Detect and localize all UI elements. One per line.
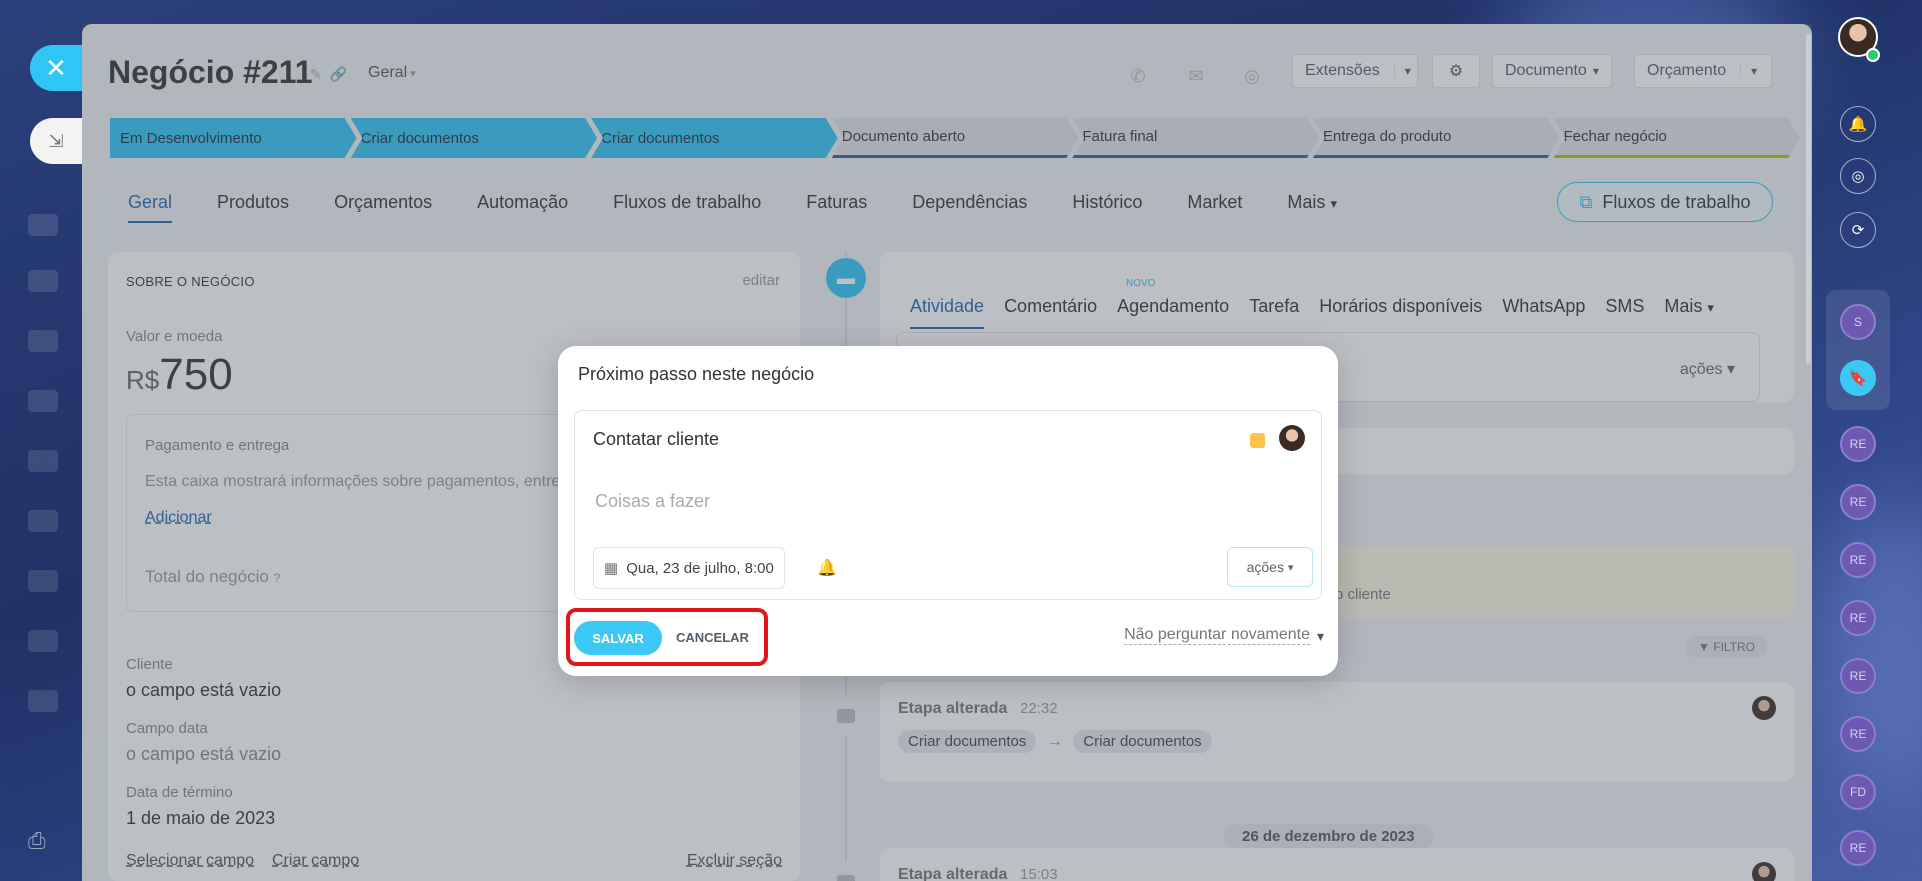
slider-left-rail: ✕ ⇲ ⎙ <box>0 0 82 881</box>
deadline-picker[interactable]: ▦ Qua, 23 de julho, 8:00 <box>593 547 785 589</box>
bookmark-icon[interactable]: 🔖 <box>1840 360 1876 396</box>
menu-ghost-item <box>28 450 58 472</box>
chat-avatar[interactable]: RE <box>1840 716 1876 752</box>
chat-avatar[interactable]: RE <box>1840 600 1876 636</box>
sync-icon[interactable]: ⟳ <box>1840 212 1876 248</box>
menu-ghost-item <box>28 690 58 712</box>
actions-dropdown-button[interactable]: ações ▾ <box>1227 547 1313 587</box>
calendar-icon: ▦ <box>604 560 619 577</box>
scrollbar[interactable] <box>1806 34 1811 364</box>
chat-avatar[interactable]: RE <box>1840 542 1876 578</box>
chat-avatar[interactable]: RE <box>1840 426 1876 462</box>
close-slider-button[interactable]: ✕ <box>30 45 82 91</box>
responsible-avatar[interactable] <box>1279 425 1305 451</box>
todo-description-input[interactable]: Coisas a fazer <box>595 491 710 512</box>
actions-button-label: ações <box>1246 559 1284 575</box>
dont-ask-again-link[interactable]: Não perguntar novamente <box>1124 626 1310 645</box>
cancel-button[interactable]: CANCELAR <box>676 630 749 645</box>
chat-avatar[interactable]: RE <box>1840 830 1876 866</box>
save-button[interactable]: SALVAR <box>574 621 662 655</box>
printer-icon[interactable]: ⎙ <box>28 828 56 853</box>
chevron-down-icon: ▾ <box>1287 561 1294 574</box>
menu-ghost-item <box>28 630 58 652</box>
bell-icon[interactable]: 🔔 <box>1840 106 1876 142</box>
reminder-bell-icon[interactable]: 🔔 <box>817 558 837 578</box>
chevron-down-icon[interactable]: ▾ <box>1317 628 1324 645</box>
menu-ghost-item <box>28 214 58 236</box>
dialog-title: Próximo passo neste negócio <box>578 364 815 384</box>
menu-ghost-item <box>28 270 58 292</box>
close-icon: ✕ <box>45 52 67 83</box>
menu-ghost-item <box>28 390 58 412</box>
online-status-icon <box>1866 48 1880 62</box>
minimize-slider-button[interactable]: ⇲ <box>30 118 82 164</box>
menu-ghost-item <box>28 510 58 532</box>
activity-form: Contatar cliente Coisas a fazer ▦ Qua, 2… <box>574 410 1322 600</box>
deadline-value: Qua, 23 de julho, 8:00 <box>626 559 774 577</box>
next-step-dialog: Próximo passo neste negócio Contatar cli… <box>558 346 1338 676</box>
minimize-icon: ⇲ <box>48 130 64 151</box>
menu-ghost-item <box>28 570 58 592</box>
menu-ghost-item <box>28 330 58 352</box>
activity-name-input[interactable]: Contatar cliente <box>593 429 719 450</box>
chat-avatar[interactable]: RE <box>1840 658 1876 694</box>
chat-avatar[interactable]: RE <box>1840 484 1876 520</box>
chat-avatar[interactable]: FD <box>1840 774 1876 810</box>
chat-avatar[interactable]: S <box>1840 304 1876 340</box>
priority-flag-icon[interactable] <box>1250 433 1265 448</box>
target-icon[interactable]: ◎ <box>1840 158 1876 194</box>
